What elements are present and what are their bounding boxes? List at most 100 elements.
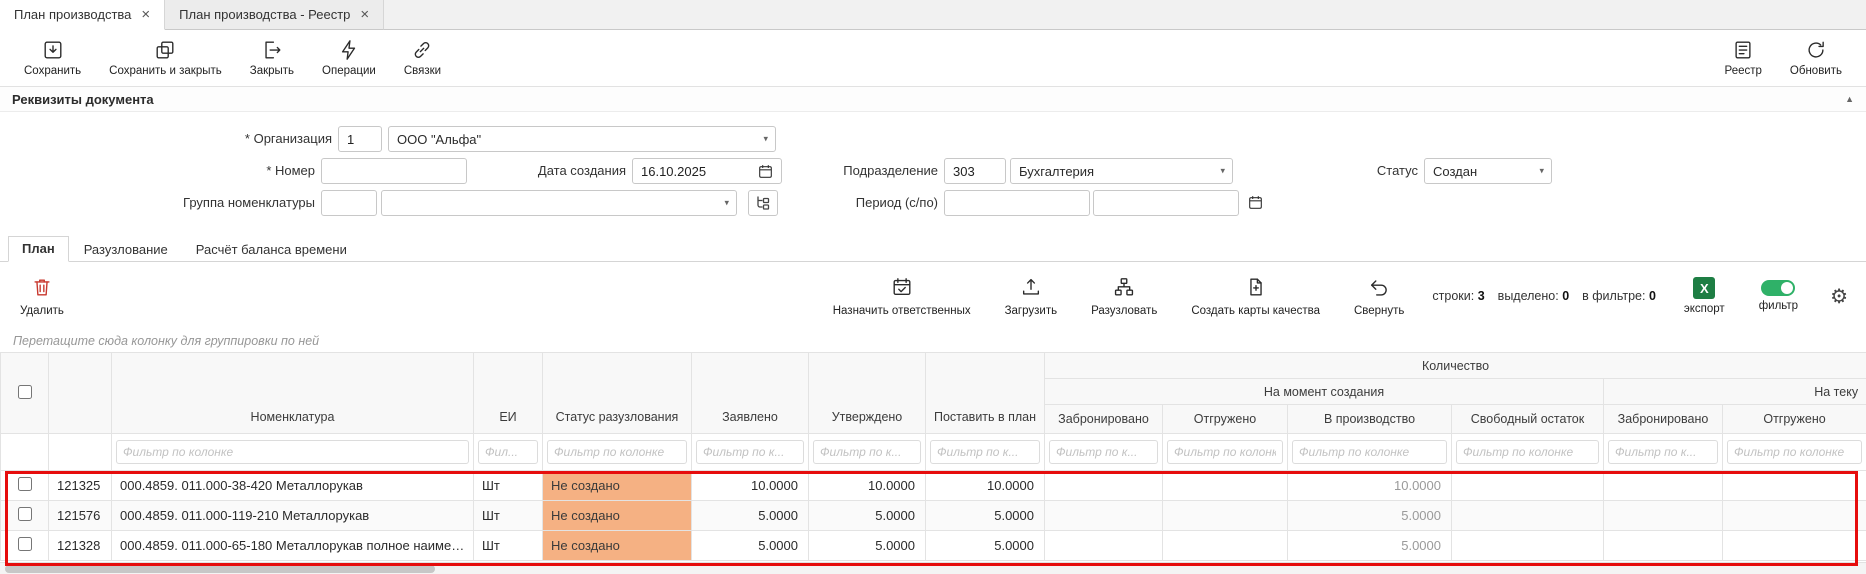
export-excel-button[interactable]: X экспорт [1678,275,1731,317]
select-all-checkbox[interactable] [18,385,32,399]
column-header-reserved-current[interactable]: Забронировано [1604,405,1723,434]
table-row[interactable]: 121325 000.4859. 011.000-38-420 Металлор… [1,471,1866,501]
filter-input-in-production[interactable] [1292,440,1447,464]
close-document-button[interactable]: Закрыть [240,36,304,80]
cell-status[interactable]: Не создано [543,471,692,501]
cell-id[interactable]: 121576 [49,501,112,531]
cell-status[interactable]: Не создано [543,531,692,561]
cell-reserved-creation[interactable] [1045,531,1163,561]
tab-plan-production-registry[interactable]: План производства - Реестр × [165,0,384,30]
cell-reserved-current[interactable] [1604,531,1723,561]
cell-id[interactable]: 121328 [49,531,112,561]
filter-input-unit[interactable] [478,440,538,464]
links-button[interactable]: Связки [394,36,451,80]
column-header-shipped-creation[interactable]: Отгружено [1163,405,1288,434]
cell-unit[interactable]: Шт [474,471,543,501]
cell-free-balance[interactable] [1452,471,1604,501]
status-select[interactable]: Создан ▾ [1424,158,1552,184]
column-header-shipped-current[interactable]: Отгружено [1723,405,1866,434]
explode-button[interactable]: Разузловать [1085,274,1163,319]
settings-gear-icon[interactable]: ⚙ [1826,284,1852,309]
cell-status[interactable]: Не создано [543,501,692,531]
column-header-reserved-creation[interactable]: Забронировано [1045,405,1163,434]
cell-in-production[interactable]: 10.0000 [1288,471,1452,501]
cell-shipped-current[interactable] [1723,531,1866,561]
department-code-input[interactable] [944,158,1006,184]
scrollbar-thumb[interactable] [5,565,435,573]
filter-input-nomenclature[interactable] [116,440,469,464]
filter-toggle[interactable] [1761,280,1795,296]
filter-input-shipped-current[interactable] [1727,440,1862,464]
filter-input-status[interactable] [547,440,687,464]
cell-reserved-current[interactable] [1604,501,1723,531]
nomenclature-group-select[interactable]: ▾ [381,190,737,216]
table-row[interactable]: 121328 000.4859. 011.000-65-180 Металлор… [1,531,1866,561]
filter-input-shipped-creation[interactable] [1167,440,1283,464]
filter-input-reserved-creation[interactable] [1049,440,1158,464]
cell-in-production[interactable]: 5.0000 [1288,531,1452,561]
cell-unit[interactable]: Шт [474,501,543,531]
operations-button[interactable]: Операции [312,36,386,80]
collapse-button[interactable]: Свернуть [1348,274,1410,319]
close-tab-icon[interactable]: × [360,7,369,22]
period-from-input[interactable] [944,190,1090,216]
tab-time-balance[interactable]: Расчёт баланса времени [183,238,360,262]
filter-input-to-plan[interactable] [930,440,1040,464]
column-header-to-plan[interactable]: Поставить в план [926,353,1045,434]
close-tab-icon[interactable]: × [141,7,150,22]
tab-plan[interactable]: План [8,236,69,262]
registry-button[interactable]: Реестр [1715,36,1772,80]
filter-input-approved[interactable] [813,440,921,464]
cell-shipped-creation[interactable] [1163,501,1288,531]
column-header-declared[interactable]: Заявлено [692,353,809,434]
assign-responsible-button[interactable]: Назначить ответственных [827,274,977,319]
cell-nomenclature[interactable]: 000.4859. 011.000-38-420 Металлорукав [112,471,474,501]
cell-free-balance[interactable] [1452,501,1604,531]
horizontal-scrollbar[interactable] [0,562,1866,574]
column-header-free-balance[interactable]: Свободный остаток [1452,405,1604,434]
cell-declared[interactable]: 5.0000 [692,501,809,531]
save-button[interactable]: Сохранить [14,36,91,80]
delete-button[interactable]: Удалить [14,274,70,319]
refresh-button[interactable]: Обновить [1780,36,1852,80]
period-to-input[interactable] [1093,190,1239,216]
organization-select[interactable]: ООО "Альфа" ▾ [388,126,776,152]
cell-to-plan[interactable]: 5.0000 [926,501,1045,531]
cell-to-plan[interactable]: 5.0000 [926,531,1045,561]
tab-explosion[interactable]: Разузлование [71,238,181,262]
cell-reserved-creation[interactable] [1045,501,1163,531]
cell-approved[interactable]: 10.0000 [809,471,926,501]
tab-plan-production[interactable]: План производства × [0,0,165,30]
cell-reserved-current[interactable] [1604,471,1723,501]
cell-to-plan[interactable]: 10.0000 [926,471,1045,501]
column-header-approved[interactable]: Утверждено [809,353,926,434]
column-header-unit[interactable]: ЕИ [474,353,543,434]
cell-id[interactable]: 121325 [49,471,112,501]
column-header-status[interactable]: Статус разузлования [543,353,692,434]
cell-declared[interactable]: 5.0000 [692,531,809,561]
cell-shipped-creation[interactable] [1163,531,1288,561]
cell-shipped-current[interactable] [1723,471,1866,501]
column-header-in-production[interactable]: В производство [1288,405,1452,434]
cell-declared[interactable]: 10.0000 [692,471,809,501]
collapse-section-icon[interactable]: ▲ [1845,94,1854,104]
row-checkbox[interactable] [18,537,32,551]
organization-code-input[interactable] [338,126,382,152]
cell-approved[interactable]: 5.0000 [809,501,926,531]
cell-nomenclature[interactable]: 000.4859. 011.000-119-210 Металлорукав [112,501,474,531]
cell-reserved-creation[interactable] [1045,471,1163,501]
filter-toggle-button[interactable]: фильтр [1753,278,1804,314]
cell-in-production[interactable]: 5.0000 [1288,501,1452,531]
cell-free-balance[interactable] [1452,531,1604,561]
filter-input-free-balance[interactable] [1456,440,1599,464]
cell-shipped-creation[interactable] [1163,471,1288,501]
row-checkbox[interactable] [18,477,32,491]
load-button[interactable]: Загрузить [999,274,1064,319]
period-calendar-icon[interactable] [1248,195,1263,210]
cell-nomenclature[interactable]: 000.4859. 011.000-65-180 Металлорукав по… [112,531,474,561]
row-checkbox[interactable] [18,507,32,521]
cell-approved[interactable]: 5.0000 [809,531,926,561]
table-row[interactable]: 121576 000.4859. 011.000-119-210 Металло… [1,501,1866,531]
save-and-close-button[interactable]: Сохранить и закрыть [99,36,232,80]
cell-shipped-current[interactable] [1723,501,1866,531]
